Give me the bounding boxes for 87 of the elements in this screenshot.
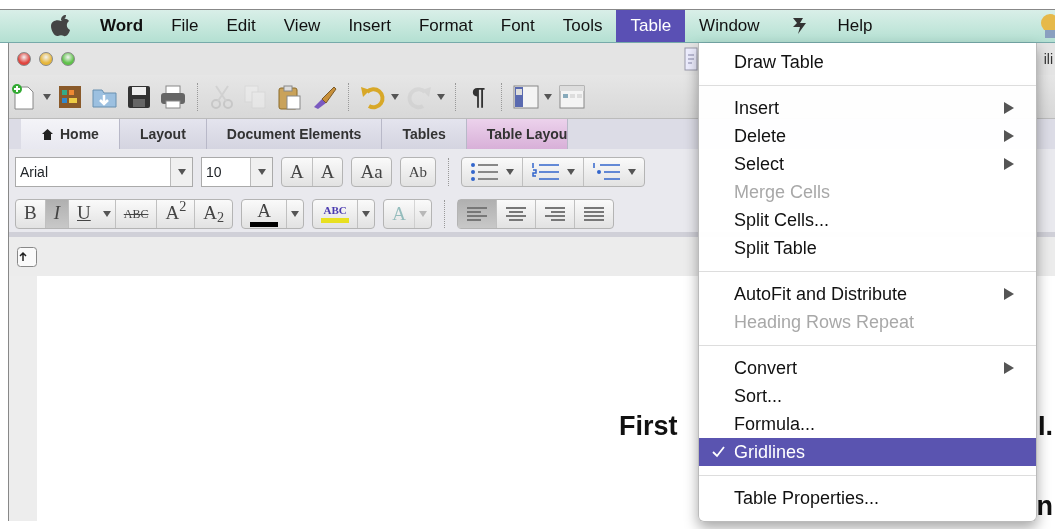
submenu-arrow-icon <box>1004 130 1014 142</box>
print-icon <box>159 82 187 111</box>
italic-button[interactable]: I <box>45 199 69 228</box>
strikethrough-button[interactable]: ABC <box>115 199 158 228</box>
menu-item[interactable]: Split Table <box>699 234 1036 262</box>
menu-item[interactable]: Table Properties... <box>699 484 1036 512</box>
submenu-arrow-icon <box>1004 288 1014 300</box>
menu-item[interactable]: Formula... <box>699 410 1036 438</box>
menu-bar-item[interactable]: Format <box>404 10 487 42</box>
ribbon-tab[interactable]: Tables <box>382 119 467 149</box>
menu-bar-item[interactable]: Help <box>823 10 887 42</box>
document-heading: First <box>619 410 678 443</box>
home-icon <box>41 127 54 141</box>
tab-stop-icon[interactable] <box>17 246 37 267</box>
menu-item[interactable]: Split Cells... <box>699 206 1036 234</box>
change-case-button[interactable]: Aa <box>352 158 391 186</box>
submenu-arrow-icon <box>1004 362 1014 374</box>
toolbar-button[interactable] <box>512 82 553 111</box>
submenu-arrow-icon <box>1004 102 1014 114</box>
caret-icon[interactable] <box>391 93 399 100</box>
underline-button[interactable]: U <box>69 199 99 228</box>
submenu-arrow-icon <box>1004 158 1014 170</box>
menu-bar-item[interactable]: Insert <box>334 10 405 42</box>
ribbon-tab[interactable]: Layout <box>119 119 207 149</box>
menu-bar-item[interactable]: Table <box>616 10 686 42</box>
superscript-button[interactable]: A$^{2}$ <box>157 199 196 228</box>
ribbon-tab[interactable]: Home <box>21 119 120 149</box>
caret-icon[interactable] <box>291 210 300 217</box>
caret-icon[interactable] <box>177 169 186 175</box>
caret-icon[interactable] <box>505 169 514 175</box>
menu-item[interactable]: Delete <box>699 122 1036 150</box>
menu-bar-item[interactable]: File <box>157 10 213 42</box>
align-icon <box>543 204 566 223</box>
window-title: ili <box>1043 49 1053 69</box>
menu-item[interactable]: Sort... <box>699 382 1036 410</box>
bold-button[interactable]: B <box>16 199 46 228</box>
zoom-button[interactable] <box>61 52 75 66</box>
align-icon <box>504 204 527 223</box>
subscript-button[interactable]: A$_{2}$ <box>195 199 233 228</box>
menu-bar-item[interactable]: Tools <box>548 10 617 42</box>
font-color-button[interactable]: A <box>242 199 288 228</box>
caret-icon[interactable] <box>43 93 51 100</box>
menu-item[interactable]: AutoFit and Distribute <box>699 280 1036 308</box>
caret-icon[interactable] <box>362 210 371 217</box>
close-button[interactable] <box>17 52 31 66</box>
numbered-list-icon[interactable] <box>530 161 561 183</box>
text-fragment: n <box>1036 492 1053 520</box>
menu-item[interactable]: Insert <box>699 94 1036 122</box>
menu-bar-item[interactable]: Window <box>685 10 774 42</box>
grow-font-button[interactable]: A <box>282 158 313 186</box>
show-formatting-button[interactable]: ¶ <box>466 78 492 115</box>
menu-item[interactable]: Select <box>699 150 1036 178</box>
font-name-field[interactable]: Arial <box>15 157 193 187</box>
clear-formatting-button[interactable]: Ab <box>400 158 435 186</box>
caret-icon[interactable] <box>102 210 111 217</box>
document-icon <box>683 47 698 71</box>
align-icon <box>582 204 605 223</box>
menu-bar-item[interactable]: Font <box>486 10 549 42</box>
menu-item: Heading Rows Repeat <box>733 310 916 334</box>
menu-item[interactable]: Draw Table <box>699 48 1036 76</box>
apple-logo-icon[interactable] <box>50 14 72 38</box>
menu-bar-item[interactable]: Word <box>86 10 158 42</box>
caret-icon[interactable] <box>627 169 636 175</box>
multilevel-list-icon[interactable] <box>591 161 622 183</box>
heading-fragment: I. <box>1038 410 1053 443</box>
minimize-button[interactable] <box>39 52 53 66</box>
ribbon-tab[interactable]: Document Elements <box>206 119 383 149</box>
menu-bar-item[interactable]: Edit <box>212 10 270 42</box>
highlight-button[interactable]: ABC <box>313 199 359 228</box>
shrink-font-button[interactable]: A <box>312 158 343 186</box>
menu-bar-item[interactable]: View <box>269 10 335 42</box>
ribbon-tab[interactable]: Table Layou <box>466 119 569 149</box>
font-size-field[interactable]: 10 <box>201 157 273 187</box>
caret-icon[interactable] <box>566 169 575 175</box>
caret-icon[interactable] <box>544 93 553 100</box>
align-left-button[interactable] <box>457 199 497 228</box>
align-icon <box>465 204 488 223</box>
bullet-list-icon[interactable] <box>469 161 500 183</box>
menu-item[interactable]: Gridlines <box>699 438 1036 466</box>
sidebar-icon <box>512 82 541 111</box>
menu-item[interactable]: Convert <box>699 354 1036 382</box>
caret-icon[interactable] <box>257 169 266 175</box>
checkmark-icon <box>711 445 725 459</box>
menu-item: Merge Cells <box>733 180 832 204</box>
clipboard-icon <box>276 82 304 111</box>
layout-view-icon <box>558 82 587 111</box>
toolbar-button[interactable] <box>159 82 187 111</box>
